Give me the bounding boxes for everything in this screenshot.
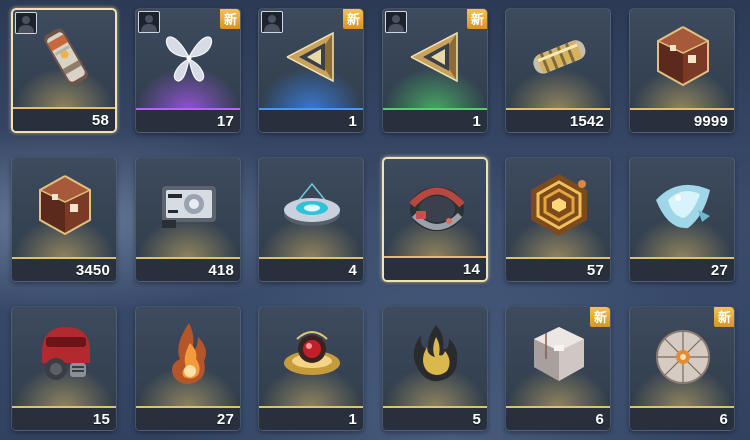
count-bar: 17 <box>136 110 240 132</box>
inventory-grid: 58 17 新 1 新 1 新 1542 9999 3450 418 4 14 57 27 15 27 1 5 6 新 6… <box>0 0 750 440</box>
item-slot-gold-pyramid-green[interactable]: 1新 <box>382 8 488 133</box>
item-count: 5 <box>472 411 481 428</box>
count-bar: 1 <box>259 110 363 132</box>
item-slot-gold-pyramid-blue[interactable]: 1新 <box>258 8 364 133</box>
count-bar: 4 <box>259 259 363 281</box>
count-bar: 57 <box>506 259 610 281</box>
butterfly-item-icon <box>154 21 224 91</box>
character-silhouette-icon <box>261 11 283 33</box>
new-badge: 新 <box>714 307 734 327</box>
item-count: 17 <box>216 113 234 130</box>
item-slot-flame-orb[interactable]: 27 <box>135 306 241 431</box>
item-slot-device-pack[interactable]: 418 <box>135 157 241 282</box>
item-count: 4 <box>348 262 357 279</box>
character-silhouette-icon <box>385 11 407 33</box>
item-count: 9999 <box>693 113 728 130</box>
item-count: 1 <box>472 113 481 130</box>
cube-item-icon <box>524 319 594 389</box>
item-count: 418 <box>208 262 234 279</box>
item-slot-dark-flame[interactable]: 5 <box>382 306 488 431</box>
item-count: 1 <box>348 411 357 428</box>
item-count: 58 <box>91 112 109 129</box>
pyramid-item-icon <box>401 21 471 91</box>
new-badge: 新 <box>343 9 363 29</box>
canister-item-icon <box>31 22 101 92</box>
pyramid-item-icon <box>277 21 347 91</box>
helmet-item-icon <box>30 319 100 389</box>
count-bar: 1 <box>259 408 363 430</box>
item-count: 6 <box>595 411 604 428</box>
count-bar: 15 <box>12 408 116 430</box>
new-badge: 新 <box>467 9 487 29</box>
character-silhouette-icon <box>138 11 160 33</box>
ring-item-icon <box>402 171 472 241</box>
sphere-item-icon <box>648 319 718 389</box>
polyhedron-item-icon <box>30 170 100 240</box>
crystal-item-icon <box>648 170 718 240</box>
item-slot-gold-hexagon[interactable]: 57 <box>505 157 611 282</box>
item-count: 6 <box>719 411 728 428</box>
count-bar: 6 <box>630 408 734 430</box>
count-bar: 58 <box>13 109 115 131</box>
capsule-item-icon <box>524 21 594 91</box>
polyhedron-item-icon <box>648 21 718 91</box>
new-badge: 新 <box>590 307 610 327</box>
item-count: 3450 <box>75 262 110 279</box>
count-bar: 9999 <box>630 110 734 132</box>
device-item-icon <box>154 170 224 240</box>
count-bar: 27 <box>630 259 734 281</box>
character-silhouette-icon <box>15 12 37 34</box>
item-slot-holo-disc[interactable]: 4 <box>258 157 364 282</box>
item-slot-cracked-sphere[interactable]: 6新 <box>629 306 735 431</box>
item-slot-white-cube[interactable]: 6新 <box>505 306 611 431</box>
item-count: 27 <box>216 411 234 428</box>
count-bar: 14 <box>384 258 486 280</box>
count-bar: 27 <box>136 408 240 430</box>
item-slot-crystal-butterfly[interactable]: 17 新 <box>135 8 241 133</box>
count-bar: 5 <box>383 408 487 430</box>
count-bar: 418 <box>136 259 240 281</box>
item-slot-cyan-crystal[interactable]: 27 <box>629 157 735 282</box>
disc-item-icon <box>277 170 347 240</box>
item-count: 15 <box>92 411 110 428</box>
count-bar: 6 <box>506 408 610 430</box>
new-badge: 新 <box>220 9 240 29</box>
item-slot-mech-ring[interactable]: 14 <box>382 157 488 282</box>
item-count: 14 <box>462 261 480 278</box>
item-slot-polyhedral-crate-a[interactable]: 9999 <box>629 8 735 133</box>
count-bar: 1 <box>383 110 487 132</box>
item-slot-red-helmet[interactable]: 15 <box>11 306 117 431</box>
flame-item-icon <box>154 319 224 389</box>
item-count: 1542 <box>569 113 604 130</box>
core-item-icon <box>277 319 347 389</box>
item-slot-canister[interactable]: 58 <box>11 8 117 133</box>
hexagon-item-icon <box>524 170 594 240</box>
count-bar: 3450 <box>12 259 116 281</box>
dark-flame-item-icon <box>401 319 471 389</box>
item-count: 1 <box>348 113 357 130</box>
item-count: 57 <box>586 262 604 279</box>
item-slot-polyhedral-crate-b[interactable]: 3450 <box>11 157 117 282</box>
item-slot-red-core-ring[interactable]: 1 <box>258 306 364 431</box>
item-slot-gold-capsule[interactable]: 1542 <box>505 8 611 133</box>
count-bar: 1542 <box>506 110 610 132</box>
item-count: 27 <box>710 262 728 279</box>
